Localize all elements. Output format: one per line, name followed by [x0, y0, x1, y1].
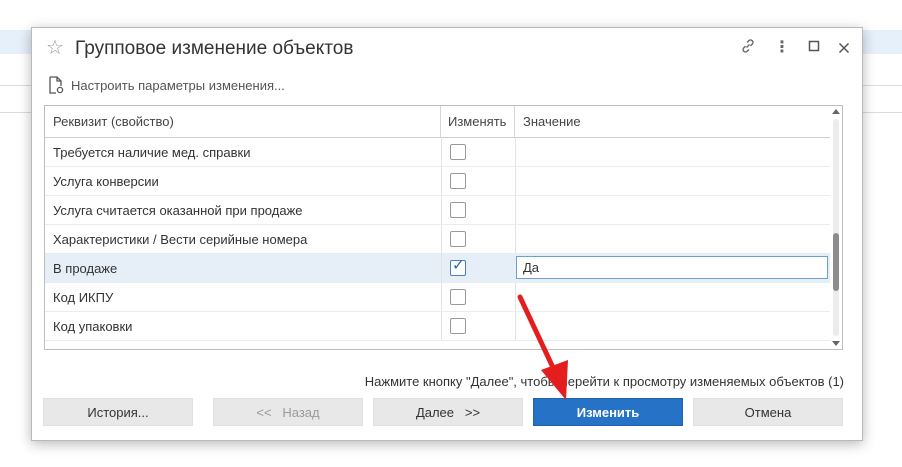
column-header-attribute[interactable]: Реквизит (свойство)	[45, 106, 441, 137]
attribute-name: Требуется наличие мед. справки	[53, 145, 251, 160]
next-button[interactable]: Далее >>	[373, 398, 523, 426]
column-divider	[441, 283, 442, 311]
cancel-button[interactable]: Отмена	[693, 398, 843, 426]
scroll-down-icon[interactable]	[832, 341, 840, 346]
column-divider	[441, 312, 442, 340]
table-row[interactable]: Услуга конверсии	[45, 167, 830, 196]
column-divider	[441, 225, 442, 253]
table-row[interactable]: Услуга считается оказанной при продаже	[45, 196, 830, 225]
maximize-icon[interactable]	[804, 38, 824, 58]
column-header-value[interactable]: Значение	[515, 106, 830, 137]
change-checkbox[interactable]: ✓	[450, 257, 466, 276]
table-row[interactable]: Требуется наличие мед. справки	[45, 138, 830, 167]
change-checkbox[interactable]	[450, 202, 466, 218]
checkmark-icon: ✓	[452, 257, 465, 274]
document-settings-icon	[49, 76, 64, 94]
scroll-track[interactable]	[833, 119, 839, 336]
column-divider	[515, 138, 516, 166]
link-icon[interactable]	[738, 38, 758, 58]
column-divider	[515, 196, 516, 224]
table-body: Требуется наличие мед. справки Услуга кон…	[45, 138, 830, 341]
attribute-name: Код упаковки	[53, 319, 133, 334]
attribute-name: Код ИКПУ	[53, 290, 114, 305]
attribute-name: Характеристики / Вести серийные номера	[53, 232, 308, 247]
table-row[interactable]: В продаже ✓ Да	[45, 254, 830, 283]
apply-button[interactable]: Изменить	[533, 398, 683, 426]
change-checkbox[interactable]	[450, 289, 466, 305]
vertical-scrollbar[interactable]	[831, 106, 842, 349]
change-checkbox[interactable]	[450, 173, 466, 189]
title-bar: ☆ Групповое изменение объектов ⋮	[32, 28, 862, 68]
group-edit-dialog: ☆ Групповое изменение объектов ⋮ Настрои…	[31, 27, 863, 441]
star-icon[interactable]: ☆	[46, 36, 64, 60]
column-divider	[515, 283, 516, 311]
value-field[interactable]: Да	[516, 256, 828, 279]
table-header: Реквизит (свойство) Изменять Значение	[45, 106, 830, 138]
change-checkbox[interactable]	[450, 144, 466, 160]
attribute-name: Услуга считается оказанной при продаже	[53, 203, 303, 218]
settings-link[interactable]: Настроить параметры изменения...	[71, 78, 285, 93]
history-button[interactable]: История...	[43, 398, 193, 426]
hint-text: Нажмите кнопку "Далее", чтобы перейти к …	[364, 374, 844, 389]
dialog-title: Групповое изменение объектов	[75, 38, 354, 59]
attributes-table: Реквизит (свойство) Изменять Значение Тр…	[44, 105, 843, 350]
attribute-name: Услуга конверсии	[53, 174, 159, 189]
scroll-thumb[interactable]	[833, 233, 839, 291]
more-icon[interactable]: ⋮	[772, 38, 792, 58]
column-divider	[441, 167, 442, 195]
table-row[interactable]: Характеристики / Вести серийные номера	[45, 225, 830, 254]
column-divider	[515, 225, 516, 253]
column-divider	[441, 254, 442, 282]
close-icon[interactable]	[834, 38, 854, 58]
attribute-name: В продаже	[53, 261, 118, 276]
settings-link-row[interactable]: Настроить параметры изменения...	[48, 74, 285, 96]
column-divider	[441, 138, 442, 166]
table-row[interactable]: Код ИКПУ	[45, 283, 830, 312]
column-divider	[441, 196, 442, 224]
table-row[interactable]: Код упаковки	[45, 312, 830, 341]
change-checkbox[interactable]	[450, 318, 466, 334]
column-divider	[515, 167, 516, 195]
column-header-change[interactable]: Изменять	[441, 106, 515, 137]
scroll-up-icon[interactable]	[832, 109, 840, 114]
back-button[interactable]: << Назад	[213, 398, 363, 426]
change-checkbox[interactable]	[450, 231, 466, 247]
column-divider	[515, 312, 516, 340]
